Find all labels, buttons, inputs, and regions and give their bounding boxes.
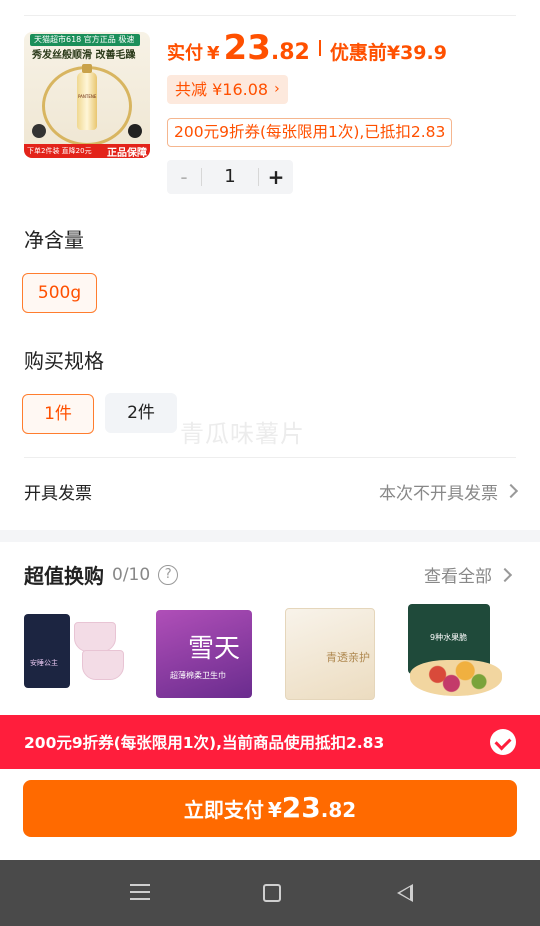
pay-now-label: 立即支付 xyxy=(183,798,264,822)
price-integer: 23 xyxy=(223,28,271,68)
top-divider xyxy=(24,15,516,16)
spec-title: 购买规格 xyxy=(24,349,104,373)
swap-product-text: 雪天 xyxy=(188,634,241,664)
section-divider xyxy=(24,457,516,458)
swap-product-text: 9种水果脆 xyxy=(430,633,468,642)
price-line: 实付 ¥ 23 .82 优惠前 ¥39.9 xyxy=(167,28,447,68)
net-content-option-500g[interactable]: 500g xyxy=(22,273,97,313)
tissue-pack-icon: 青透亲护 xyxy=(285,608,375,700)
chevron-right-icon xyxy=(503,483,519,499)
coupon-banner-text: 200元9折券(每张限用1次),当前商品使用抵扣2.83 xyxy=(24,734,385,752)
product-image[interactable]: 天猫超市618 官方正品 极速送达 秀发丝般顺滑 改善毛躁 PANTENE 下单… xyxy=(24,32,150,158)
coupon-banner[interactable]: 200元9折券(每张限用1次),当前商品使用抵扣2.83 xyxy=(0,715,540,769)
product-image-title: 秀发丝般顺滑 改善毛躁 xyxy=(32,50,136,61)
product-image-bottom-bar: 下单2件装 直降20元 正品保障 xyxy=(24,144,150,158)
invoice-label: 开具发票 xyxy=(24,483,92,504)
invoice-value-wrap: 本次不开具发票 xyxy=(379,479,519,504)
price-separator xyxy=(318,40,321,56)
swap-product-item[interactable]: 青透亲护 xyxy=(277,600,389,704)
product-image-brand: PANTENE xyxy=(78,94,97,99)
price-currency: ¥ xyxy=(207,43,220,64)
swap-product-item[interactable]: 安睡公主 xyxy=(22,600,134,704)
view-all-label: 查看全部 xyxy=(424,567,492,587)
price-before-label: 优惠前 xyxy=(329,42,387,64)
product-image-badge-left xyxy=(32,124,46,138)
home-icon[interactable] xyxy=(263,884,281,902)
pay-integer: 23 xyxy=(281,791,321,824)
swap-product-text: 青透亲护 xyxy=(326,651,370,664)
swap-products: 安睡公主 雪天 超薄棉柔卫生巾 青透亲护 9种水果脆 xyxy=(22,600,522,705)
shampoo-bottle-icon xyxy=(77,64,97,130)
sanitary-pants-pack-icon: 安睡公主 xyxy=(24,614,70,688)
spec-option-2[interactable]: 2件 xyxy=(105,393,177,433)
fruit-bowl-icon xyxy=(410,660,502,696)
view-all-link[interactable]: 查看全部 xyxy=(424,562,513,587)
total-discount-button[interactable]: 共减 ¥16.08 › xyxy=(167,75,288,104)
invoice-row[interactable]: 开具发票 本次不开具发票 xyxy=(24,470,519,512)
sanitary-pad-pack-icon: 雪天 超薄棉柔卫生巾 xyxy=(156,610,252,698)
sanitary-pants-icon xyxy=(74,622,116,652)
spec-option-1[interactable]: 1件 xyxy=(22,394,94,434)
swap-title: 超值换购 xyxy=(24,564,104,588)
swap-product-subtext: 超薄棉柔卫生巾 xyxy=(170,671,226,680)
chevron-right-icon: › xyxy=(274,81,280,97)
quantity-value[interactable]: 1 xyxy=(201,168,259,186)
pay-decimal: .82 xyxy=(320,798,357,822)
net-content-title: 净含量 xyxy=(24,228,84,252)
check-circle-icon[interactable] xyxy=(490,729,516,755)
price-before-value: ¥39.9 xyxy=(386,42,447,64)
quantity-stepper: - 1 + xyxy=(167,160,293,194)
total-discount-label: 共减 ¥16.08 xyxy=(175,80,269,99)
pay-now-button[interactable]: 立即支付 ¥ 23 .82 xyxy=(23,780,517,837)
pay-currency: ¥ xyxy=(267,798,282,822)
menu-icon[interactable] xyxy=(130,884,150,901)
product-image-badge-right xyxy=(128,124,142,138)
decrease-button[interactable]: - xyxy=(167,160,201,194)
sanitary-pants-icon xyxy=(82,650,124,680)
swap-product-text: 安睡公主 xyxy=(30,659,58,667)
increase-button[interactable]: + xyxy=(259,160,293,194)
system-nav-bar xyxy=(0,860,540,926)
swap-header: 超值换购 0/10 ? xyxy=(24,560,179,589)
watermark-text: 青瓜味薯片 xyxy=(180,420,305,448)
product-image-bottom-left: 下单2件装 直降20元 xyxy=(27,147,92,155)
back-icon[interactable] xyxy=(397,884,413,902)
swap-product-item[interactable]: 雪天 超薄棉柔卫生巾 xyxy=(152,600,264,704)
invoice-value: 本次不开具发票 xyxy=(379,483,498,504)
swap-product-item[interactable]: 9种水果脆 xyxy=(402,600,514,704)
price-decimal: .82 xyxy=(270,40,310,65)
product-image-banner: 天猫超市618 官方正品 极速送达 xyxy=(30,34,140,56)
product-image-bottom-right: 正品保障 xyxy=(107,148,147,158)
coupon-tag: 200元9折券(每张限用1次),已抵扣2.83 xyxy=(167,118,453,147)
section-gap xyxy=(0,530,540,542)
swap-count: 0/10 xyxy=(112,564,151,585)
chevron-right-icon xyxy=(497,567,513,582)
price-label: 实付 xyxy=(167,43,203,64)
help-icon[interactable]: ? xyxy=(158,564,179,585)
